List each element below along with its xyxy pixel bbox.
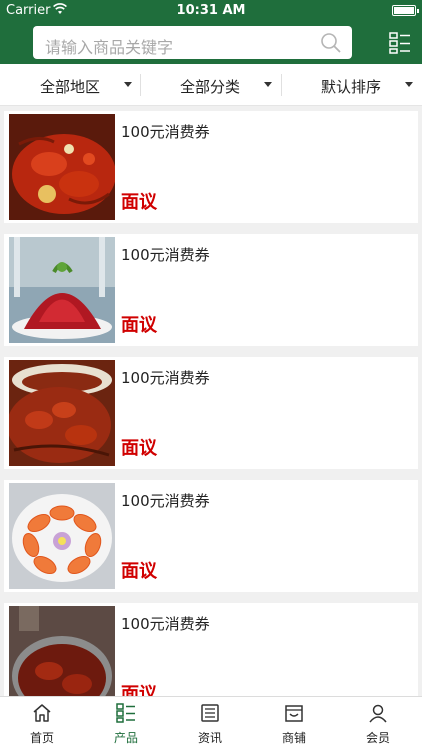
app-header: Carrier 10:31 AM 请输入商品关键字 (0, 0, 422, 64)
product-image[interactable] (9, 114, 115, 220)
product-image[interactable] (9, 483, 115, 589)
tab-products[interactable]: 产品 (84, 697, 168, 750)
product-item[interactable]: 100元消费券 面议 (4, 111, 418, 223)
chevron-down-icon (124, 82, 132, 87)
product-item[interactable]: 100元消费券 面议 (4, 234, 418, 346)
chevron-down-icon (264, 82, 272, 87)
home-icon (33, 704, 51, 722)
status-bar: Carrier 10:31 AM (0, 0, 422, 20)
filter-region[interactable]: 全部地区 (0, 64, 140, 106)
tab-news-label: 资讯 (197, 731, 222, 745)
product-title: 100元消费券 (121, 123, 210, 141)
news-icon (201, 704, 219, 722)
product-price: 面议 (121, 684, 157, 696)
product-title: 100元消费券 (121, 246, 210, 264)
member-icon (369, 704, 387, 723)
filter-sort[interactable]: 默认排序 (282, 64, 422, 106)
store-icon (285, 705, 303, 722)
status-time: 10:31 AM (176, 3, 246, 18)
product-list: 100元消费券 面议 100元消费券 面议 100元消费券 面议 100元消费券… (0, 106, 422, 696)
product-item[interactable]: 100元消费券 面议 (4, 603, 418, 696)
search-input[interactable]: 请输入商品关键字 (45, 34, 173, 58)
tab-home[interactable]: 首页 (0, 697, 84, 750)
product-item[interactable]: 100元消费券 面议 (4, 357, 418, 469)
product-image[interactable] (9, 606, 115, 696)
product-title: 100元消费券 (121, 369, 210, 387)
product-image[interactable] (9, 360, 115, 466)
tab-member-label: 会员 (365, 731, 390, 745)
product-title: 100元消费券 (121, 615, 210, 633)
tab-member[interactable]: 会员 (336, 697, 420, 750)
filter-category-label: 全部分类 (180, 78, 241, 96)
product-price: 面议 (121, 561, 157, 582)
tab-products-label: 产品 (113, 731, 138, 745)
filter-bar: 全部地区 全部分类 默认排序 (0, 64, 422, 106)
product-image[interactable] (9, 237, 115, 343)
filter-sort-label: 默认排序 (321, 78, 382, 96)
product-price: 面议 (121, 438, 157, 459)
search-icon[interactable] (320, 32, 342, 54)
product-item[interactable]: 100元消费券 面议 (4, 480, 418, 592)
search-box[interactable]: 请输入商品关键字 (33, 26, 352, 59)
tab-home-label: 首页 (29, 731, 54, 745)
filter-category[interactable]: 全部分类 (141, 64, 281, 106)
product-price: 面议 (121, 192, 157, 213)
tab-store-label: 商铺 (281, 731, 306, 745)
tab-store[interactable]: 商铺 (252, 697, 336, 750)
chevron-down-icon (405, 82, 413, 87)
tab-bar: 首页 产品 资讯 商铺 会员 (0, 696, 422, 750)
battery-icon (392, 5, 419, 16)
tab-news[interactable]: 资讯 (168, 697, 252, 750)
category-menu-icon[interactable] (389, 32, 411, 54)
filter-region-label: 全部地区 (40, 78, 101, 96)
product-list-icon (116, 703, 135, 723)
product-title: 100元消费券 (121, 492, 210, 510)
product-price: 面议 (121, 315, 157, 336)
